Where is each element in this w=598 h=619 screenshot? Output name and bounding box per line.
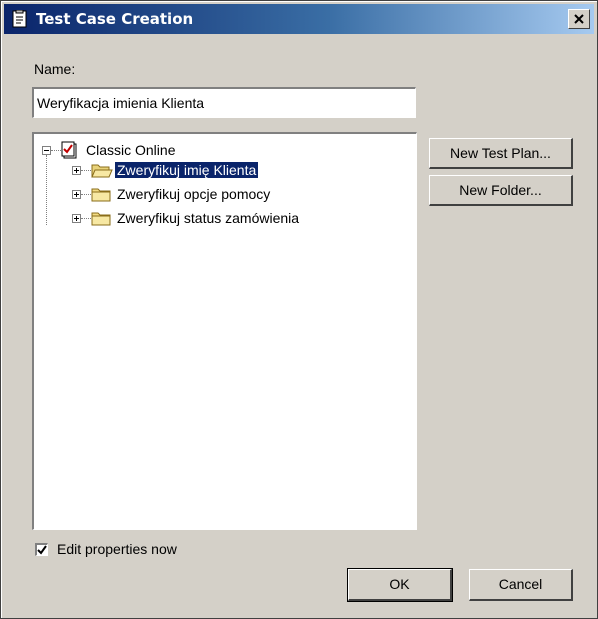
name-label: Name:: [34, 61, 76, 77]
name-field[interactable]: [32, 87, 416, 118]
dialog-window: Test Case Creation Name: Classic Online: [0, 0, 598, 619]
expand-icon[interactable]: [72, 214, 81, 223]
tree-root-label: Classic Online: [86, 142, 176, 158]
cancel-button[interactable]: Cancel: [469, 569, 573, 601]
checkmark-icon: [37, 545, 47, 555]
open-folder-icon: [91, 164, 113, 178]
collapse-icon[interactable]: [42, 146, 51, 155]
new-folder-button[interactable]: New Folder...: [429, 175, 573, 206]
title-bar[interactable]: Test Case Creation: [4, 4, 594, 34]
test-plan-icon: [61, 141, 77, 159]
cancel-label: Cancel: [498, 576, 543, 592]
edit-properties-label[interactable]: Edit properties now: [57, 541, 177, 557]
folder-icon: [91, 212, 111, 226]
tree-item[interactable]: Zweryfikuj opcje pomocy: [72, 184, 394, 206]
new-test-plan-button[interactable]: New Test Plan...: [429, 138, 573, 169]
close-button[interactable]: [568, 9, 590, 29]
tree-item-label: Zweryfikuj imię Klienta: [113, 161, 260, 179]
expand-icon[interactable]: [72, 166, 81, 175]
test-plan-tree[interactable]: Classic Online Zweryfikuj imię Klienta Z…: [32, 132, 417, 530]
tree-item[interactable]: Zweryfikuj imię Klienta: [72, 160, 394, 182]
name-input[interactable]: [34, 89, 415, 117]
close-icon: [574, 14, 584, 24]
window-title: Test Case Creation: [36, 10, 194, 28]
test-case-icon: [12, 10, 27, 28]
folder-icon: [91, 188, 111, 202]
new-folder-label: New Folder...: [459, 182, 542, 198]
tree-item-label: Zweryfikuj status zamówienia: [117, 210, 300, 226]
tree-item[interactable]: Zweryfikuj status zamówienia: [72, 208, 404, 230]
edit-properties-checkbox[interactable]: [35, 543, 48, 556]
tree-root-node[interactable]: Classic Online: [40, 140, 340, 162]
expand-icon[interactable]: [72, 190, 81, 199]
new-test-plan-label: New Test Plan...: [450, 145, 551, 161]
ok-button[interactable]: OK: [347, 568, 453, 602]
ok-label: OK: [389, 576, 410, 592]
tree-item-label: Zweryfikuj opcje pomocy: [117, 186, 271, 202]
